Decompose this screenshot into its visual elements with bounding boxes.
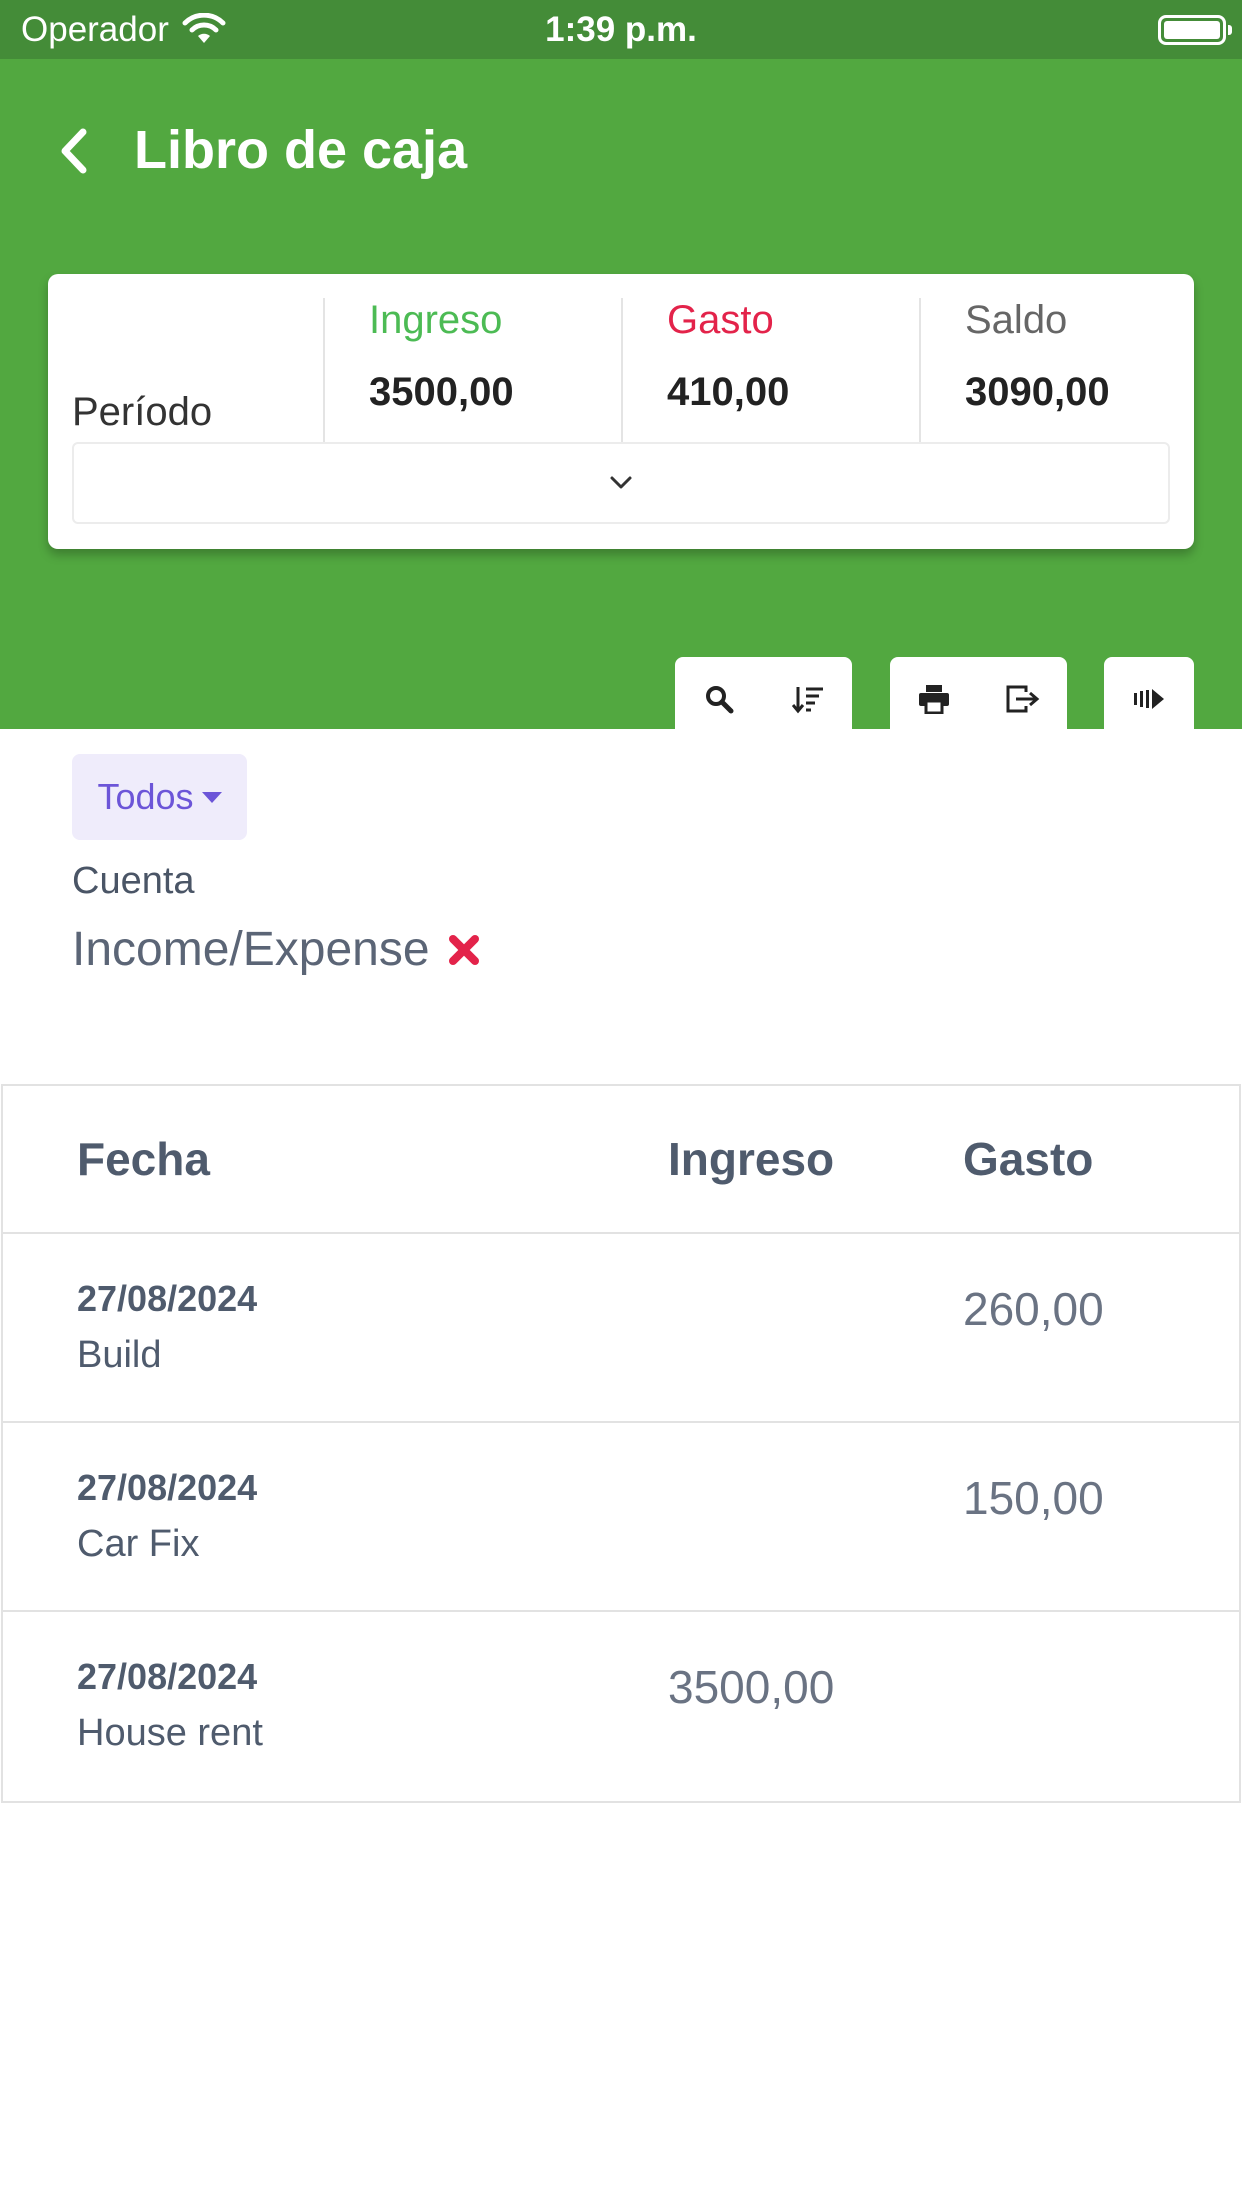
export-button[interactable] xyxy=(993,669,1053,729)
income-column: Ingreso 3500,00 xyxy=(323,298,621,443)
chevron-left-icon xyxy=(61,128,87,174)
row-description: Build xyxy=(77,1334,162,1376)
print-button[interactable] xyxy=(904,669,964,729)
table-row[interactable]: 27/08/2024 Car Fix 150,00 xyxy=(3,1423,1239,1612)
account-label: Cuenta xyxy=(72,860,195,902)
page-title: Libro de caja xyxy=(134,120,468,180)
transactions-table: Fecha Ingreso Gasto 27/08/2024 Build 260… xyxy=(1,1084,1241,1803)
row-expense: 260,00 xyxy=(963,1283,1104,1335)
period-expand-toggle[interactable] xyxy=(72,442,1170,524)
skip-forward-icon xyxy=(1134,689,1164,709)
income-label: Ingreso xyxy=(369,298,503,342)
filter-dropdown-label: Todos xyxy=(97,776,194,817)
header: Libro de caja Período Ingreso 3500,00 Ga… xyxy=(0,59,1242,741)
print-export-group xyxy=(890,657,1067,741)
sort-icon xyxy=(791,687,823,714)
search-button[interactable] xyxy=(689,669,749,729)
row-date: 27/08/2024 xyxy=(77,1656,258,1697)
chevron-down-icon xyxy=(610,476,632,489)
row-date: 27/08/2024 xyxy=(77,1467,258,1508)
remove-filter-icon[interactable] xyxy=(446,932,482,968)
row-income: 3500,00 xyxy=(668,1661,835,1713)
row-description: House rent xyxy=(77,1712,263,1754)
table-row[interactable]: 27/08/2024 House rent 3500,00 xyxy=(3,1612,1239,1801)
battery-icon xyxy=(1158,15,1232,45)
expense-total: 410,00 xyxy=(667,370,790,414)
column-header-income: Ingreso xyxy=(668,1133,835,1185)
period-column: Período xyxy=(48,298,323,443)
column-header-expense: Gasto xyxy=(963,1133,1094,1185)
account-filter: Income/Expense xyxy=(72,922,482,977)
export-icon xyxy=(1006,685,1040,713)
caret-down-icon xyxy=(201,791,222,803)
skip-forward-button[interactable] xyxy=(1119,669,1179,729)
status-time: 1:39 p.m. xyxy=(545,10,697,49)
table-row[interactable]: 27/08/2024 Build 260,00 xyxy=(3,1234,1239,1423)
row-expense: 150,00 xyxy=(963,1472,1104,1524)
expense-label: Gasto xyxy=(667,298,774,342)
back-button[interactable] xyxy=(52,121,96,181)
print-icon xyxy=(919,685,950,714)
status-bar: Operador 1:39 p.m. xyxy=(0,0,1242,59)
row-date: 27/08/2024 xyxy=(77,1278,258,1319)
expense-column: Gasto 410,00 xyxy=(621,298,919,443)
filter-dropdown[interactable]: Todos xyxy=(72,754,247,840)
column-header-date: Fecha xyxy=(77,1133,210,1185)
balance-total: 3090,00 xyxy=(965,370,1110,414)
row-description: Car Fix xyxy=(77,1523,200,1565)
period-label: Período xyxy=(72,390,213,434)
search-icon xyxy=(706,686,734,714)
account-value: Income/Expense xyxy=(72,923,430,976)
skip-group xyxy=(1104,657,1194,741)
summary-card: Período Ingreso 3500,00 Gasto 410,00 Sal… xyxy=(48,274,1194,549)
table-header: Fecha Ingreso Gasto xyxy=(3,1086,1239,1234)
sort-button[interactable] xyxy=(778,669,838,729)
search-sort-group xyxy=(675,657,852,741)
income-total: 3500,00 xyxy=(369,370,514,414)
balance-column: Saldo 3090,00 xyxy=(919,298,1194,443)
balance-label: Saldo xyxy=(965,298,1068,342)
